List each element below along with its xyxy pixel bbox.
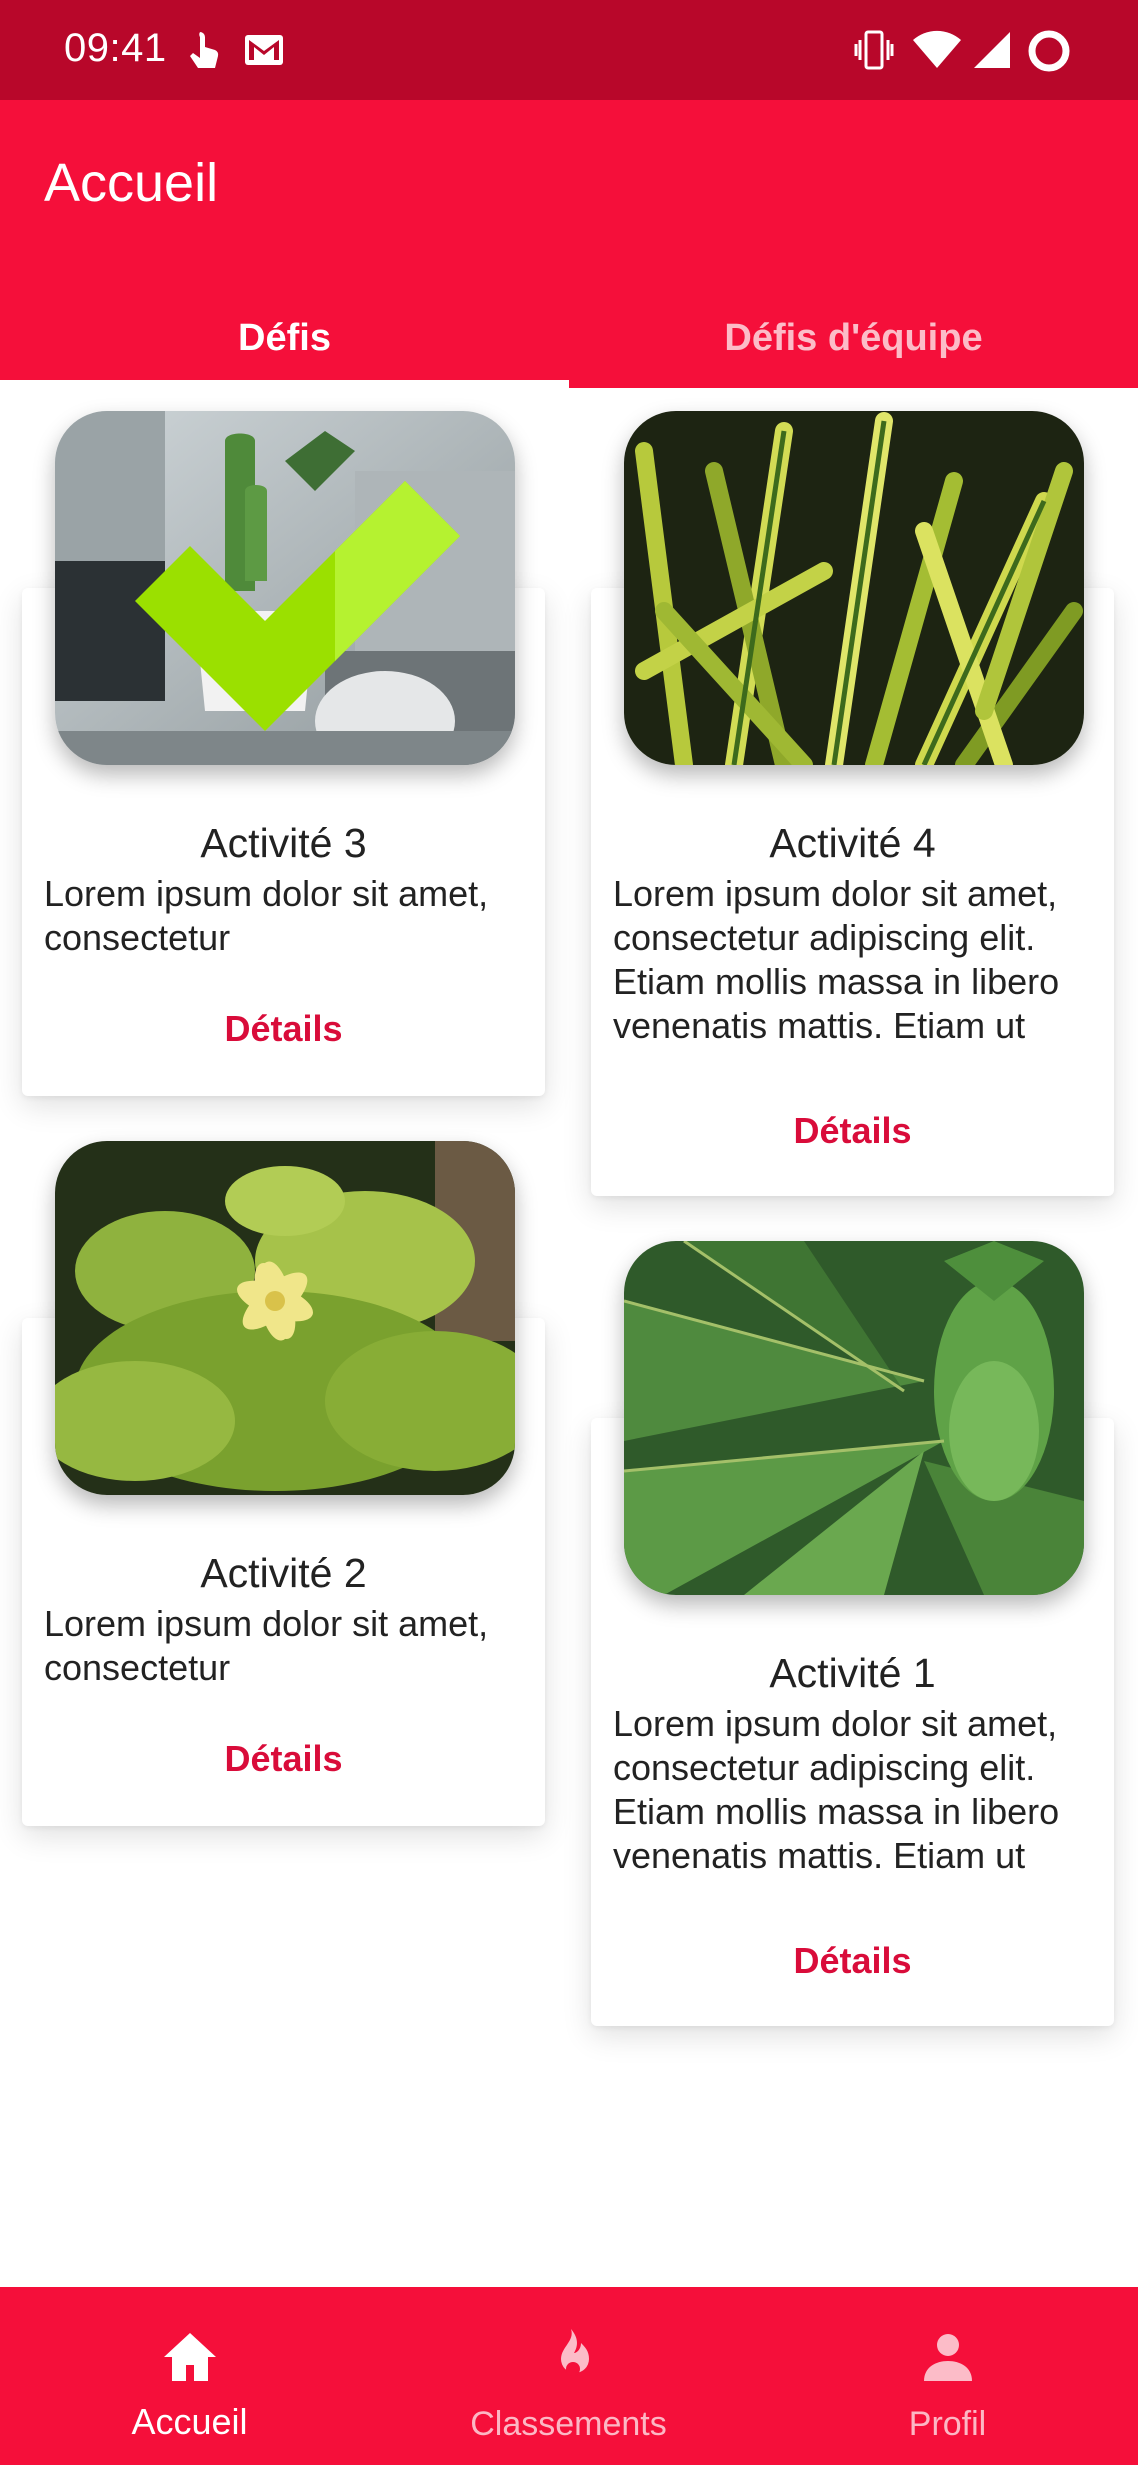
tab-defis-equipe[interactable]: Défis d'équipe [569, 288, 1138, 388]
status-bar: 09:41 [0, 0, 1138, 100]
tab-defis[interactable]: Défis [0, 288, 569, 388]
flowering-plant-photo [55, 1141, 515, 1495]
activity-description: Lorem ipsum dolor sit amet, consectetur [44, 873, 489, 958]
home-icon [163, 2333, 216, 2381]
data-saver-icon [1026, 28, 1072, 79]
activity-title: Activité 3 [200, 820, 367, 866]
details-button[interactable]: Détails [591, 1110, 1114, 1152]
signal-icon [970, 28, 1014, 77]
gmail-icon [244, 34, 284, 71]
activity-description: Lorem ipsum dolor sit amet, consectetur [44, 1603, 489, 1688]
tab-label: Défis d'équipe [724, 316, 983, 359]
flame-icon [560, 2329, 589, 2376]
page-title: Accueil [44, 153, 219, 213]
bottom-navigation: Accueil Classements Profil [0, 2287, 1138, 2465]
nav-label: Classements [470, 2405, 667, 2443]
activity-description: Lorem ipsum dolor sit amet, consectetur … [613, 873, 1060, 1046]
details-button[interactable]: Détails [22, 1008, 545, 1050]
potted-cactus-photo [55, 411, 515, 765]
touch-icon [186, 28, 226, 77]
nav-label: Accueil [131, 2401, 248, 2442]
details-button[interactable]: Détails [591, 1940, 1114, 1982]
nav-label: Profil [908, 2405, 987, 2443]
activity-title: Activité 2 [200, 1550, 367, 1596]
agave-photo [624, 1241, 1084, 1595]
status-time: 09:41 [64, 26, 167, 70]
details-button[interactable]: Détails [22, 1738, 545, 1780]
person-icon [923, 2334, 972, 2381]
nav-accueil[interactable]: Accueil [0, 2287, 379, 2465]
wifi-icon [912, 28, 962, 77]
nav-classements[interactable]: Classements [379, 2287, 758, 2465]
tab-indicator [0, 380, 569, 388]
check-icon [135, 481, 460, 731]
activity-description: Lorem ipsum dolor sit amet, consectetur … [613, 1703, 1060, 1876]
nav-profil[interactable]: Profil [758, 2287, 1137, 2465]
activity-title: Activité 1 [769, 1650, 936, 1696]
app-bar: Accueil Défis Défis d'équipe [0, 100, 1138, 388]
tab-label: Défis [238, 316, 331, 359]
activity-title: Activité 4 [769, 820, 936, 866]
yucca-leaves-photo [624, 411, 1084, 765]
vibrate-icon [854, 28, 894, 77]
